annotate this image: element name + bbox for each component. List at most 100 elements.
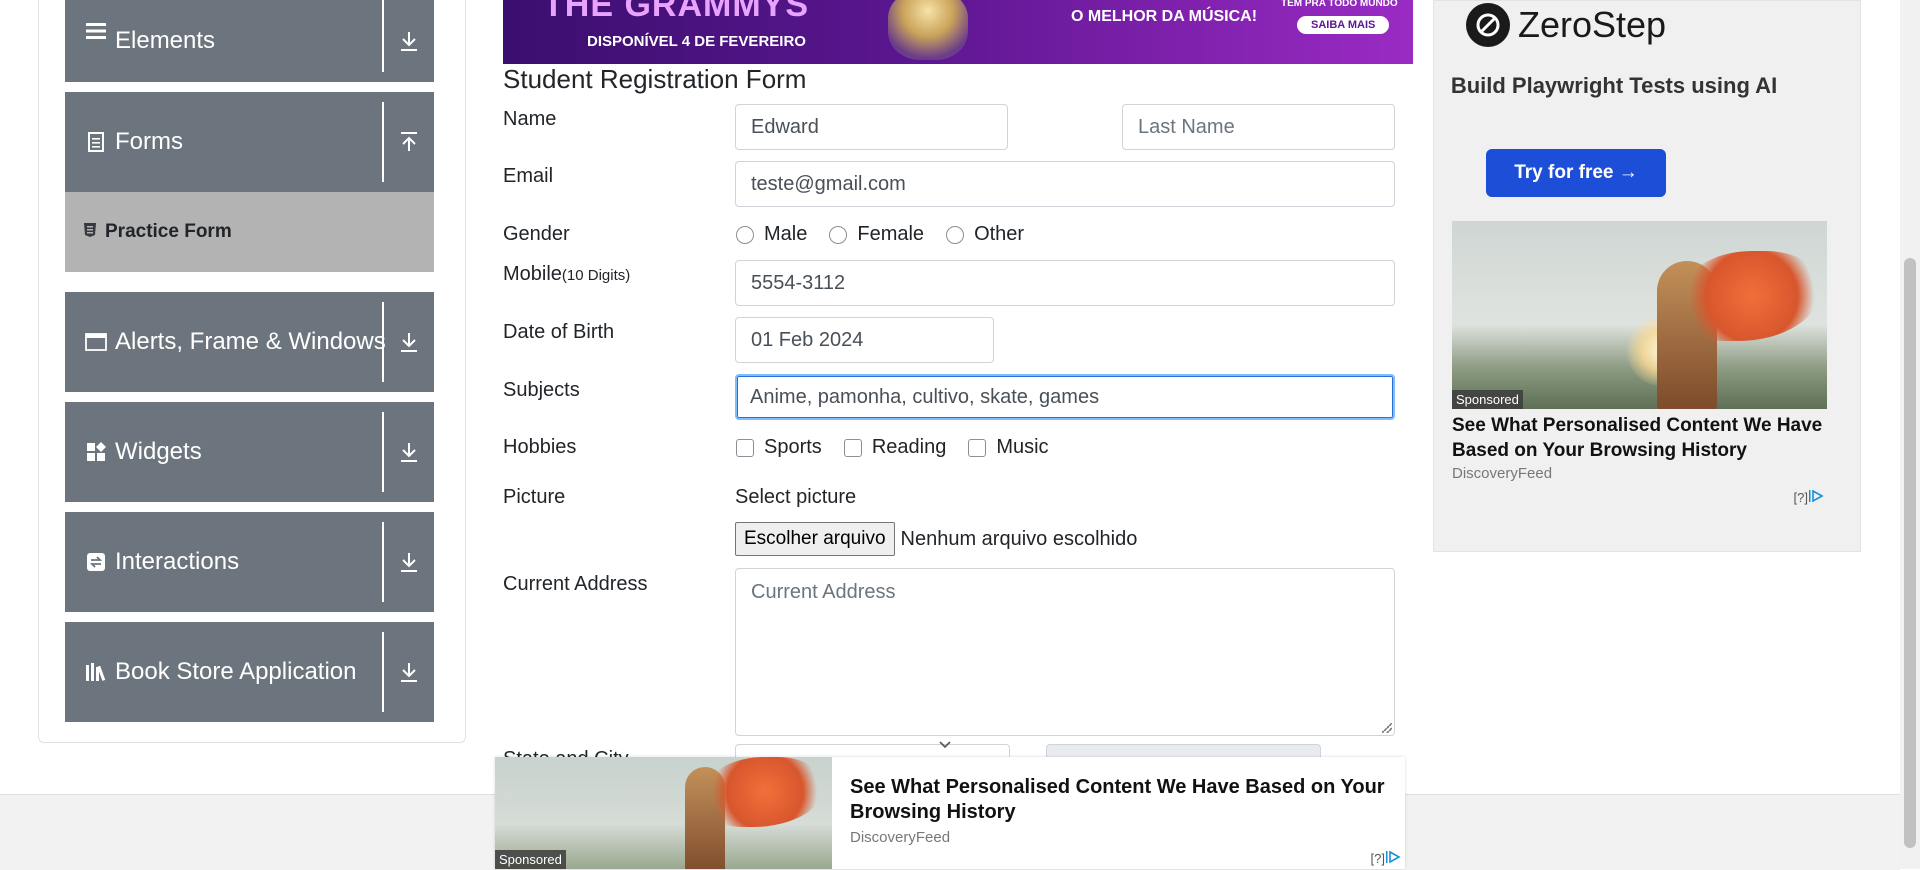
window-icon xyxy=(85,331,107,353)
checkbox-label: Sports xyxy=(764,436,822,458)
divider xyxy=(382,412,384,492)
page-scrollbar[interactable] xyxy=(1900,0,1920,869)
list-icon xyxy=(85,20,107,42)
sidebar-group-book-store[interactable]: Book Store Application xyxy=(65,622,434,722)
sidebar-group-interactions[interactable]: Interactions xyxy=(65,512,434,612)
hobbies-label: Hobbies xyxy=(503,436,577,458)
ad-headline[interactable]: See What Personalised Content We Have Ba… xyxy=(1452,413,1832,463)
download-arrow-icon[interactable] xyxy=(392,0,426,82)
chevron-down-icon[interactable] xyxy=(938,738,952,752)
ad-info[interactable]: [?] xyxy=(1794,489,1824,506)
banner-top-right: TEM PRA TODO MUNDO xyxy=(1281,0,1398,9)
widgets-icon xyxy=(85,441,107,463)
sidebar-item-practice-form[interactable]: Practice Form xyxy=(65,192,434,272)
checkbox[interactable] xyxy=(736,438,754,457)
radio-button[interactable] xyxy=(946,225,965,244)
sidebar-group-label: Interactions xyxy=(115,548,240,575)
ad-image[interactable]: Sponsored xyxy=(1452,221,1827,409)
checkbox-label: Music xyxy=(996,436,1049,458)
gender-other-option[interactable]: Other xyxy=(946,223,1024,246)
sponsored-badge: Sponsored xyxy=(495,850,566,869)
ad-source: DiscoveryFeed xyxy=(1452,465,1553,482)
scrollbar-thumb[interactable] xyxy=(1904,258,1916,848)
banner-title: THE GRAMMYS xyxy=(543,0,809,24)
divider xyxy=(382,522,384,602)
scarf-shape xyxy=(1682,251,1822,341)
picture-label: Picture xyxy=(503,486,566,508)
form-title: Student Registration Form xyxy=(503,64,807,94)
divider xyxy=(382,102,384,182)
hobbies-checkbox-group: Sports Reading Music xyxy=(736,436,1071,459)
radio-button[interactable] xyxy=(829,225,848,244)
sidebar-item-label: Practice Form xyxy=(105,221,232,242)
banner-cta-button[interactable]: SAIBA MAIS xyxy=(1297,16,1390,34)
first-name-input[interactable]: Edward xyxy=(735,104,1008,150)
divider xyxy=(382,632,384,712)
ad-tagline: Build Playwright Tests using AI xyxy=(1450,73,1778,98)
name-label: Name xyxy=(503,108,557,130)
bottom-ad-image[interactable]: Sponsored xyxy=(495,757,832,869)
mobile-hint: (10 Digits) xyxy=(561,267,631,284)
adchoices-icon[interactable] xyxy=(1385,850,1401,867)
top-banner-ad[interactable]: THE GRAMMYS DISPONÍVEL 4 DE FEVEREIRO O … xyxy=(503,0,1413,64)
ad-info-text: [?] xyxy=(1793,490,1808,505)
download-arrow-icon[interactable] xyxy=(392,402,426,502)
hobby-music-option[interactable]: Music xyxy=(968,436,1049,459)
download-arrow-icon[interactable] xyxy=(392,622,426,722)
gender-male-option[interactable]: Male xyxy=(736,223,807,246)
banner-date: DISPONÍVEL 4 DE FEVEREIRO xyxy=(587,33,806,50)
try-free-button[interactable]: Try for free → xyxy=(1486,149,1666,197)
hobby-reading-option[interactable]: Reading xyxy=(843,436,947,459)
choose-file-button[interactable]: Escolher arquivo xyxy=(735,522,895,556)
checkbox[interactable] xyxy=(968,438,987,457)
sidebar-group-elements[interactable]: Elements xyxy=(65,0,434,82)
bottom-ad-info[interactable]: [?] xyxy=(1371,850,1401,867)
zerostep-logo: ZeroStep xyxy=(1466,3,1666,47)
checkbox[interactable] xyxy=(843,438,862,457)
download-arrow-icon[interactable] xyxy=(392,512,426,612)
sidebar-group-forms[interactable]: Forms xyxy=(65,92,434,192)
bottom-sticky-ad[interactable]: Sponsored See What Personalised Content … xyxy=(495,757,1405,869)
download-arrow-icon[interactable] xyxy=(392,292,426,392)
sidebar-group-label: Book Store Application xyxy=(115,658,357,685)
gender-label: Gender xyxy=(503,223,570,245)
divider xyxy=(382,302,384,382)
radio-label: Female xyxy=(857,223,925,245)
file-upload: Escolher arquivo Nenhum arquivo escolhid… xyxy=(735,522,1137,556)
email-label: Email xyxy=(503,165,554,187)
sidebar-group-label: Elements xyxy=(115,27,216,54)
adchoices-icon[interactable] xyxy=(1808,489,1824,506)
current-address-label: Current Address xyxy=(503,573,648,595)
gender-female-option[interactable]: Female xyxy=(829,223,924,246)
sidebar-group-label: Widgets xyxy=(115,438,202,465)
sidebar-group-widgets[interactable]: Widgets xyxy=(65,402,434,502)
bottom-ad-headline[interactable]: See What Personalised Content We Have Ba… xyxy=(850,775,1390,825)
sidebar-group-alerts[interactable]: Alerts, Frame & Windows xyxy=(65,292,434,392)
sponsored-badge: Sponsored xyxy=(1452,390,1523,409)
last-name-input[interactable]: Last Name xyxy=(1122,104,1395,150)
mobile-label: Mobile(10 Digits) xyxy=(503,263,630,286)
email-input[interactable]: teste@gmail.com xyxy=(735,161,1395,207)
gender-radio-group: Male Female Other xyxy=(736,223,1046,246)
hobby-sports-option[interactable]: Sports xyxy=(736,436,822,459)
banner-tagline: O MELHOR DA MÚSICA! xyxy=(1071,8,1258,25)
radio-button[interactable] xyxy=(736,225,754,244)
subjects-label: Subjects xyxy=(503,379,580,401)
date-of-birth-input[interactable]: 01 Feb 2024 xyxy=(735,317,994,363)
trophy-image xyxy=(888,0,968,60)
subjects-input[interactable]: Anime, pamonha, cultivo, skate, games xyxy=(735,374,1395,420)
books-icon xyxy=(85,661,107,683)
mobile-input[interactable]: 5554-3112 xyxy=(735,260,1395,306)
dob-label: Date of Birth xyxy=(503,321,615,343)
resize-handle[interactable] xyxy=(1382,723,1392,733)
interactions-icon xyxy=(85,551,107,573)
ad-info-text: [?] xyxy=(1370,851,1385,866)
upload-arrow-icon[interactable] xyxy=(392,92,426,192)
bottom-ad-source: DiscoveryFeed xyxy=(850,829,951,846)
right-sidebar-ad[interactable]: ZeroStep Build Playwright Tests using AI… xyxy=(1433,0,1861,552)
current-address-textarea[interactable]: Current Address xyxy=(735,568,1395,736)
sidebar-group-label: Alerts, Frame & Windows xyxy=(115,328,386,355)
divider xyxy=(382,0,384,72)
sidebar-group-label: Forms xyxy=(115,128,183,155)
checkbox-label: Reading xyxy=(871,436,947,458)
